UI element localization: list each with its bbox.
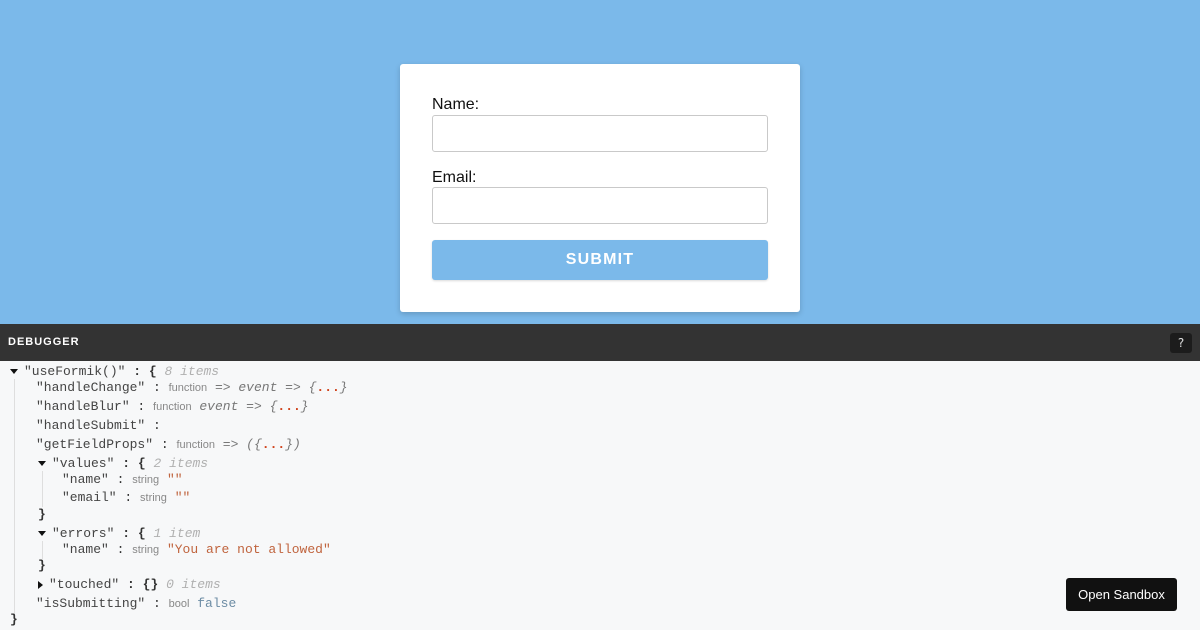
tree-row-errors-name: "name" : string "You are not allowed"	[62, 542, 331, 557]
open-sandbox-button[interactable]: Open Sandbox	[1066, 578, 1177, 611]
values-count: 2 items	[153, 456, 209, 471]
tree-guide-root	[14, 379, 15, 619]
tree-row-issubmitting: "isSubmitting" : bool false	[36, 596, 237, 611]
errors-count: 1 item	[153, 526, 201, 541]
name-label: Name:	[432, 96, 480, 113]
tree-row-handleblur: "handleBlur" : function event => {...}	[36, 399, 309, 414]
collapse-arrow-icon[interactable]	[10, 369, 18, 375]
submit-button[interactable]: SUBMIT	[432, 240, 768, 280]
debugger-header: DEBUGGER ?	[0, 324, 1200, 361]
form-background: Name: Email: SUBMIT	[0, 0, 1200, 324]
tree-row-touched[interactable]: "touched" : {} 0 items	[38, 576, 221, 594]
help-icon[interactable]: ?	[1170, 333, 1192, 353]
debugger-title: DEBUGGER	[8, 336, 80, 348]
collapse-arrow-icon[interactable]	[38, 461, 46, 467]
tree-row-handlechange: "handleChange" : function => event => {.…	[36, 380, 348, 395]
tree-close-values: }	[38, 507, 46, 522]
email-label: Email:	[432, 169, 477, 186]
debugger-tree: "useFormik()" : { 8 items "handleChange"…	[0, 361, 1200, 630]
tree-row-values-email: "email" : string ""	[62, 490, 191, 505]
touched-count: 0 items	[166, 577, 221, 592]
tree-close-errors: }	[38, 558, 46, 573]
expand-arrow-icon[interactable]	[38, 580, 43, 589]
root-count: 8 items	[164, 364, 220, 379]
tree-row-getfieldprops: "getFieldProps" : function => ({...})	[36, 437, 301, 452]
form-card: Name: Email: SUBMIT	[400, 64, 800, 312]
tree-row-values-name: "name" : string ""	[62, 472, 183, 487]
collapse-arrow-icon[interactable]	[38, 531, 46, 537]
tree-row-handlesubmit: "handleSubmit" :	[36, 418, 161, 433]
email-input[interactable]	[432, 187, 768, 224]
name-input[interactable]	[432, 115, 768, 152]
tree-guide-values	[42, 471, 43, 507]
tree-close-root: }	[10, 612, 18, 627]
